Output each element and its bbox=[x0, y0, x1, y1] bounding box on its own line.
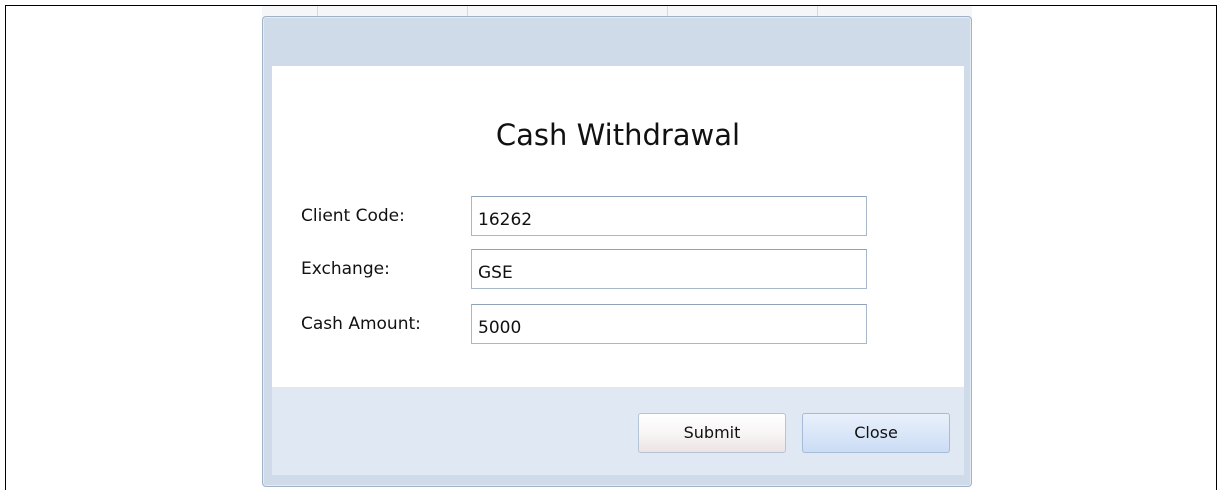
dialog-footer: Submit Close bbox=[272, 387, 964, 475]
dialog-body: Cash Withdrawal Client Code: Exchange: C… bbox=[272, 66, 964, 387]
exchange-label: Exchange: bbox=[301, 259, 390, 279]
cash-withdrawal-dialog: Cash Withdrawal Client Code: Exchange: C… bbox=[262, 16, 972, 487]
close-button[interactable]: Close bbox=[802, 413, 950, 453]
client-code-label: Client Code: bbox=[301, 206, 405, 226]
cash-amount-input[interactable] bbox=[471, 304, 867, 344]
cash-amount-label: Cash Amount: bbox=[301, 314, 421, 334]
client-code-input[interactable] bbox=[471, 196, 867, 236]
exchange-input[interactable] bbox=[471, 249, 867, 289]
submit-button[interactable]: Submit bbox=[638, 413, 786, 453]
dialog-header[interactable] bbox=[263, 17, 971, 64]
dialog-title: Cash Withdrawal bbox=[495, 118, 741, 152]
